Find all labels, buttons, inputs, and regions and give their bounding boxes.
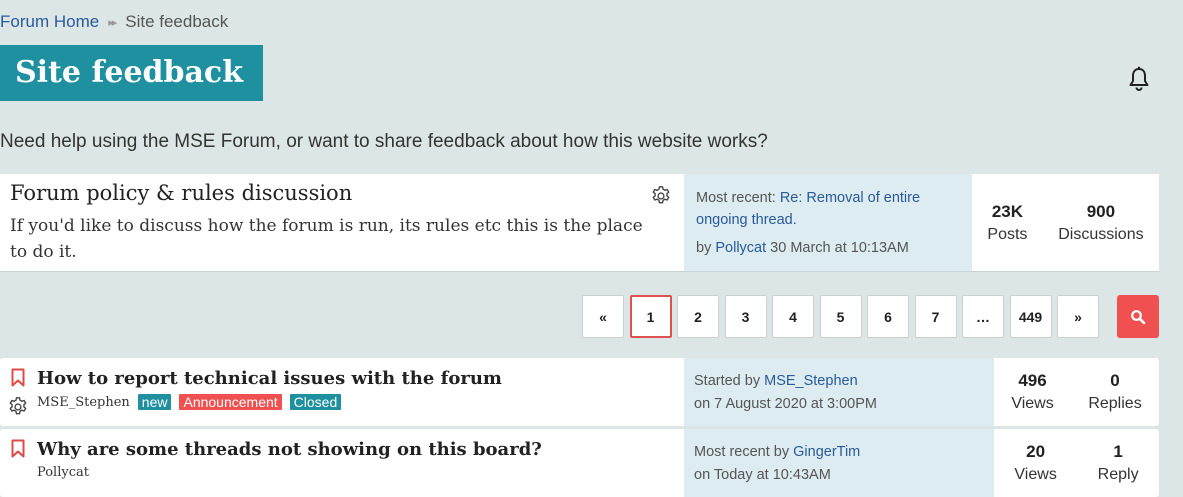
pager-page-4[interactable]: 4 — [772, 295, 814, 338]
search-icon — [1131, 309, 1146, 324]
recent-user-link[interactable]: Pollycat — [715, 240, 766, 256]
recent-date: 30 March at 10:13AM — [770, 240, 909, 256]
bookmark-icon[interactable] — [11, 368, 25, 387]
thread-row[interactable]: Why are some threads not showing on this… — [0, 429, 1159, 497]
category-description: If you'd like to discuss how the forum i… — [10, 216, 643, 262]
category-recent: Most recent: Re: Removal of entire ongoi… — [684, 174, 972, 271]
thread-title[interactable]: How to report technical issues with the … — [37, 368, 502, 389]
thread-title[interactable]: Why are some threads not showing on this… — [37, 439, 542, 460]
thread-recent: Most recent by GingerTim on Today at 10:… — [684, 429, 994, 497]
views-count: 496 — [1018, 371, 1047, 390]
bookmark-icon[interactable] — [11, 439, 25, 458]
board-description: Need help using the MSE Forum, or want t… — [0, 131, 768, 152]
recent-date: on Today at 10:43AM — [694, 467, 831, 483]
search-button[interactable] — [1117, 295, 1159, 338]
replies-stat: 1 Reply — [1098, 442, 1139, 484]
category-main: Forum policy & rules discussion If you'd… — [0, 174, 684, 271]
posts-count: 23K — [991, 201, 1023, 221]
pager-page-6[interactable]: 6 — [867, 295, 909, 338]
replies-count: 1 — [1113, 442, 1123, 461]
recent-prefix: Most recent by — [694, 444, 790, 460]
pager-prev[interactable]: « — [582, 295, 624, 338]
recent-user-link[interactable]: MSE_Stephen — [764, 373, 858, 389]
new-badge: new — [137, 394, 172, 410]
category-title[interactable]: Forum policy & rules discussion — [10, 181, 674, 205]
closed-badge: Closed — [289, 394, 342, 410]
category-stats: 23K Posts 900 Discussions — [972, 174, 1159, 271]
breadcrumb-separator-icon: ▸▸ — [108, 16, 117, 29]
thread-main: Why are some threads not showing on this… — [0, 429, 684, 497]
pager-page-7[interactable]: 7 — [914, 295, 957, 338]
thread-stats: 496 Views 0 Replies — [994, 358, 1159, 426]
pager-next[interactable]: » — [1057, 295, 1099, 338]
gear-icon[interactable] — [650, 185, 672, 207]
thread-row[interactable]: How to report technical issues with the … — [0, 358, 1159, 426]
posts-stat: 23K Posts — [987, 202, 1027, 244]
thread-meta: Pollycat — [37, 465, 89, 480]
recent-prefix: Most recent: — [696, 190, 776, 206]
recent-prefix: Started by — [694, 373, 761, 389]
thread-author[interactable]: Pollycat — [37, 465, 89, 480]
posts-label: Posts — [987, 225, 1028, 243]
pager-page-2[interactable]: 2 — [677, 295, 719, 338]
pager-page-last[interactable]: 449 — [1009, 295, 1052, 338]
by-prefix: by — [696, 240, 712, 256]
recent-user-link[interactable]: GingerTim — [793, 444, 860, 460]
recent-date: on 7 August 2020 at 3:00PM — [694, 396, 877, 412]
pager-ellipsis[interactable]: … — [962, 295, 1004, 338]
thread-stats: 20 Views 1 Reply — [994, 429, 1159, 497]
discussions-count: 900 — [1086, 201, 1116, 221]
views-label: Views — [1011, 395, 1054, 412]
page-title: Site feedback — [0, 45, 263, 101]
replies-label: Replies — [1088, 395, 1142, 412]
discussions-stat: 900 Discussions — [1058, 202, 1143, 244]
bell-icon[interactable] — [1127, 66, 1151, 92]
thread-recent: Started by MSE_Stephen on 7 August 2020 … — [684, 358, 994, 426]
pager-page-3[interactable]: 3 — [724, 295, 767, 338]
announcement-badge: Announcement — [179, 394, 282, 410]
thread-main: How to report technical issues with the … — [0, 358, 684, 426]
replies-stat: 0 Replies — [1088, 371, 1141, 413]
thread-meta: MSE_Stephen new Announcement Closed — [37, 394, 342, 410]
gear-icon[interactable] — [7, 396, 29, 418]
replies-label: Reply — [1097, 466, 1139, 483]
pagination: « 1 2 3 4 5 6 7 … 449 » — [582, 295, 1105, 338]
views-label: Views — [1014, 466, 1057, 483]
category-row: Forum policy & rules discussion If you'd… — [0, 174, 1159, 272]
pager-page-1[interactable]: 1 — [629, 295, 672, 338]
breadcrumb: Forum Home ▸▸ Site feedback — [0, 12, 228, 32]
thread-author[interactable]: MSE_Stephen — [37, 395, 130, 410]
breadcrumb-forum-home[interactable]: Forum Home — [0, 12, 99, 32]
views-stat: 496 Views — [1011, 371, 1053, 413]
discussions-label: Discussions — [1058, 225, 1144, 243]
replies-count: 0 — [1110, 371, 1120, 390]
breadcrumb-current: Site feedback — [125, 12, 229, 31]
views-stat: 20 Views — [1014, 442, 1056, 484]
views-count: 20 — [1026, 442, 1046, 461]
pager-page-5[interactable]: 5 — [819, 295, 862, 338]
